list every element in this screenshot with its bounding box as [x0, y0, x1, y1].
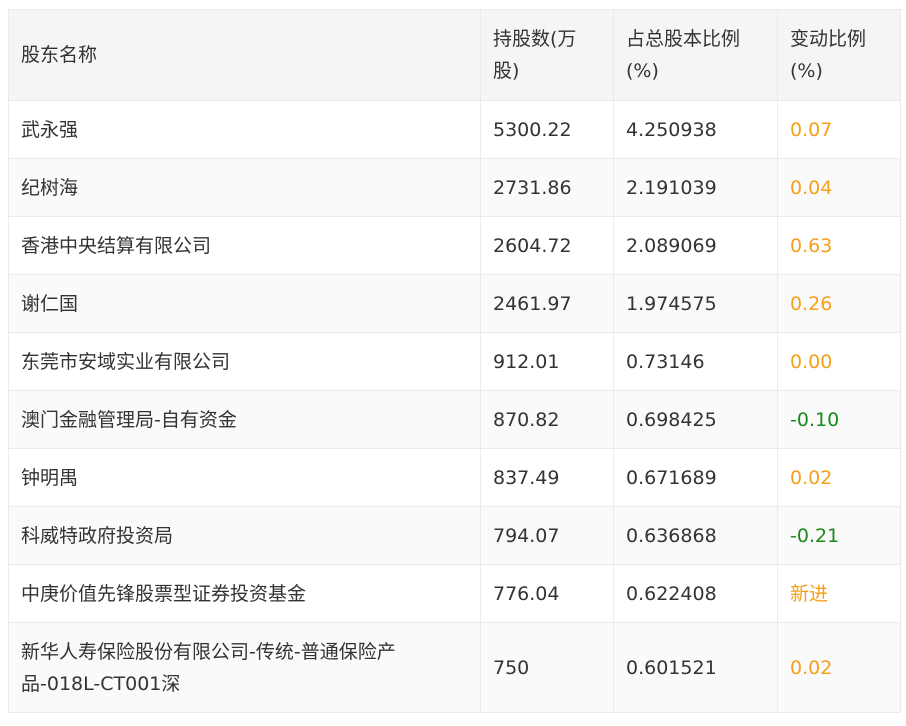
cell-ratio: 0.698425 [613, 390, 778, 449]
cell-name: 纪树海 [8, 158, 481, 217]
cell-ratio: 2.089069 [613, 216, 778, 275]
cell-change: 0.02 [777, 622, 901, 713]
cell-ratio: 2.191039 [613, 158, 778, 217]
table-body: 武永强 5300.22 4.250938 0.07 纪树海 2731.86 2.… [8, 100, 901, 713]
table-row: 谢仁国 2461.97 1.974575 0.26 [8, 274, 901, 333]
cell-change: 0.02 [777, 448, 901, 507]
cell-name: 新华人寿保险股份有限公司-传统-普通保险产品-018L-CT001深 [8, 622, 481, 713]
cell-change: 0.07 [777, 100, 901, 159]
cell-shares: 750 [480, 622, 614, 713]
cell-change: -0.10 [777, 390, 901, 449]
table-row: 澳门金融管理局-自有资金 870.82 0.698425 -0.10 [8, 390, 901, 449]
cell-ratio: 0.601521 [613, 622, 778, 713]
cell-name: 钟明禺 [8, 448, 481, 507]
cell-name: 东莞市安域实业有限公司 [8, 332, 481, 391]
cell-name: 武永强 [8, 100, 481, 159]
cell-shares: 2604.72 [480, 216, 614, 275]
header-name: 股东名称 [8, 9, 481, 101]
cell-change: 0.26 [777, 274, 901, 333]
table-row: 科威特政府投资局 794.07 0.636868 -0.21 [8, 506, 901, 565]
cell-ratio: 0.622408 [613, 564, 778, 623]
header-change: 变动比例(%) [777, 9, 901, 101]
cell-ratio: 4.250938 [613, 100, 778, 159]
cell-name: 澳门金融管理局-自有资金 [8, 390, 481, 449]
table-row: 钟明禺 837.49 0.671689 0.02 [8, 448, 901, 507]
table-row: 东莞市安域实业有限公司 912.01 0.73146 0.00 [8, 332, 901, 391]
cell-shares: 776.04 [480, 564, 614, 623]
cell-change: 0.04 [777, 158, 901, 217]
cell-ratio: 0.73146 [613, 332, 778, 391]
cell-change: 0.63 [777, 216, 901, 275]
cell-ratio: 0.636868 [613, 506, 778, 565]
cell-shares: 912.01 [480, 332, 614, 391]
cell-change: -0.21 [777, 506, 901, 565]
shareholder-table-container: 股东名称 持股数(万股) 占总股本比例(%) 变动比例(%) 武永强 5300.… [8, 9, 901, 713]
table-row: 新华人寿保险股份有限公司-传统-普通保险产品-018L-CT001深 750 0… [8, 622, 901, 713]
cell-shares: 2461.97 [480, 274, 614, 333]
cell-name: 科威特政府投资局 [8, 506, 481, 565]
cell-name: 香港中央结算有限公司 [8, 216, 481, 275]
cell-shares: 2731.86 [480, 158, 614, 217]
cell-shares: 5300.22 [480, 100, 614, 159]
cell-change: 新进 [777, 564, 901, 623]
table-row: 香港中央结算有限公司 2604.72 2.089069 0.63 [8, 216, 901, 275]
table-row: 中庚价值先锋股票型证券投资基金 776.04 0.622408 新进 [8, 564, 901, 623]
cell-shares: 837.49 [480, 448, 614, 507]
table-header: 股东名称 持股数(万股) 占总股本比例(%) 变动比例(%) [8, 9, 901, 101]
cell-ratio: 0.671689 [613, 448, 778, 507]
header-shares: 持股数(万股) [480, 9, 614, 101]
cell-name: 中庚价值先锋股票型证券投资基金 [8, 564, 481, 623]
shareholder-table: 股东名称 持股数(万股) 占总股本比例(%) 变动比例(%) 武永强 5300.… [8, 9, 901, 713]
cell-shares: 870.82 [480, 390, 614, 449]
header-ratio: 占总股本比例(%) [613, 9, 778, 101]
cell-shares: 794.07 [480, 506, 614, 565]
table-row: 纪树海 2731.86 2.191039 0.04 [8, 158, 901, 217]
header-row: 股东名称 持股数(万股) 占总股本比例(%) 变动比例(%) [8, 9, 901, 101]
table-row: 武永强 5300.22 4.250938 0.07 [8, 100, 901, 159]
cell-name: 谢仁国 [8, 274, 481, 333]
cell-ratio: 1.974575 [613, 274, 778, 333]
cell-change: 0.00 [777, 332, 901, 391]
